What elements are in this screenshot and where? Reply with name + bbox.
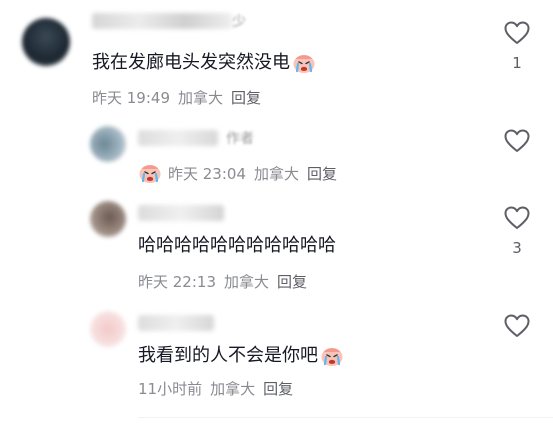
comment-text: 我在发廊电头发突然没电: [92, 52, 316, 74]
reply-button[interactable]: 回复: [277, 271, 307, 292]
divider: [138, 417, 553, 418]
comment-meta: 11小时前 加拿大 回复: [138, 378, 293, 399]
like-count: 1: [512, 54, 522, 72]
avatar[interactable]: [22, 18, 70, 66]
timestamp: 昨天 23:04: [168, 164, 246, 183]
username[interactable]: [138, 205, 224, 221]
heart-icon[interactable]: [504, 314, 530, 338]
avatar[interactable]: [90, 126, 126, 162]
reply-button[interactable]: 回复: [263, 378, 293, 399]
timestamp: 11小时前: [138, 380, 203, 398]
heart-icon[interactable]: [504, 21, 530, 45]
comment-item: 少 我在发廊电头发突然没电 昨天 19:49 加拿大 回复 1: [0, 0, 553, 120]
crying-face-icon: [292, 52, 316, 74]
username[interactable]: [138, 315, 214, 331]
comment-meta: 昨天 23:04 加拿大 回复: [138, 162, 337, 184]
reply-item: 我看到的人不会是你吧 11小时前 加拿大 回复: [0, 305, 553, 426]
crying-face-icon: [320, 345, 344, 367]
username[interactable]: [92, 13, 232, 29]
timestamp: 昨天 22:13: [138, 273, 216, 291]
location: 加拿大: [210, 380, 256, 398]
reply-button[interactable]: 回复: [231, 87, 261, 108]
reply-button[interactable]: 回复: [307, 163, 337, 184]
timestamp: 昨天 19:49: [92, 89, 170, 107]
heart-icon[interactable]: [504, 129, 530, 153]
username[interactable]: [138, 130, 218, 146]
location: 加拿大: [254, 164, 300, 183]
avatar[interactable]: [90, 311, 126, 347]
reply-item: 哈哈哈哈哈哈哈哈哈哈哈 昨天 22:13 加拿大 回复 3: [0, 195, 553, 305]
author-badge: 作者: [226, 131, 254, 147]
location: 加拿大: [178, 89, 224, 107]
location: 加拿大: [224, 273, 270, 291]
comment-meta: 昨天 19:49 加拿大 回复: [92, 87, 261, 108]
heart-icon[interactable]: [504, 206, 530, 230]
username-suffix: 少: [232, 14, 246, 30]
comment-text: 我看到的人不会是你吧: [138, 345, 344, 367]
comment-text: 哈哈哈哈哈哈哈哈哈哈哈: [138, 235, 336, 256]
reply-item: 作者 昨天 23:04 加拿大 回复: [0, 120, 553, 195]
like-count: 3: [512, 239, 522, 257]
crying-face-icon: [138, 162, 162, 184]
avatar[interactable]: [90, 201, 126, 237]
comment-meta: 昨天 22:13 加拿大 回复: [138, 271, 307, 292]
